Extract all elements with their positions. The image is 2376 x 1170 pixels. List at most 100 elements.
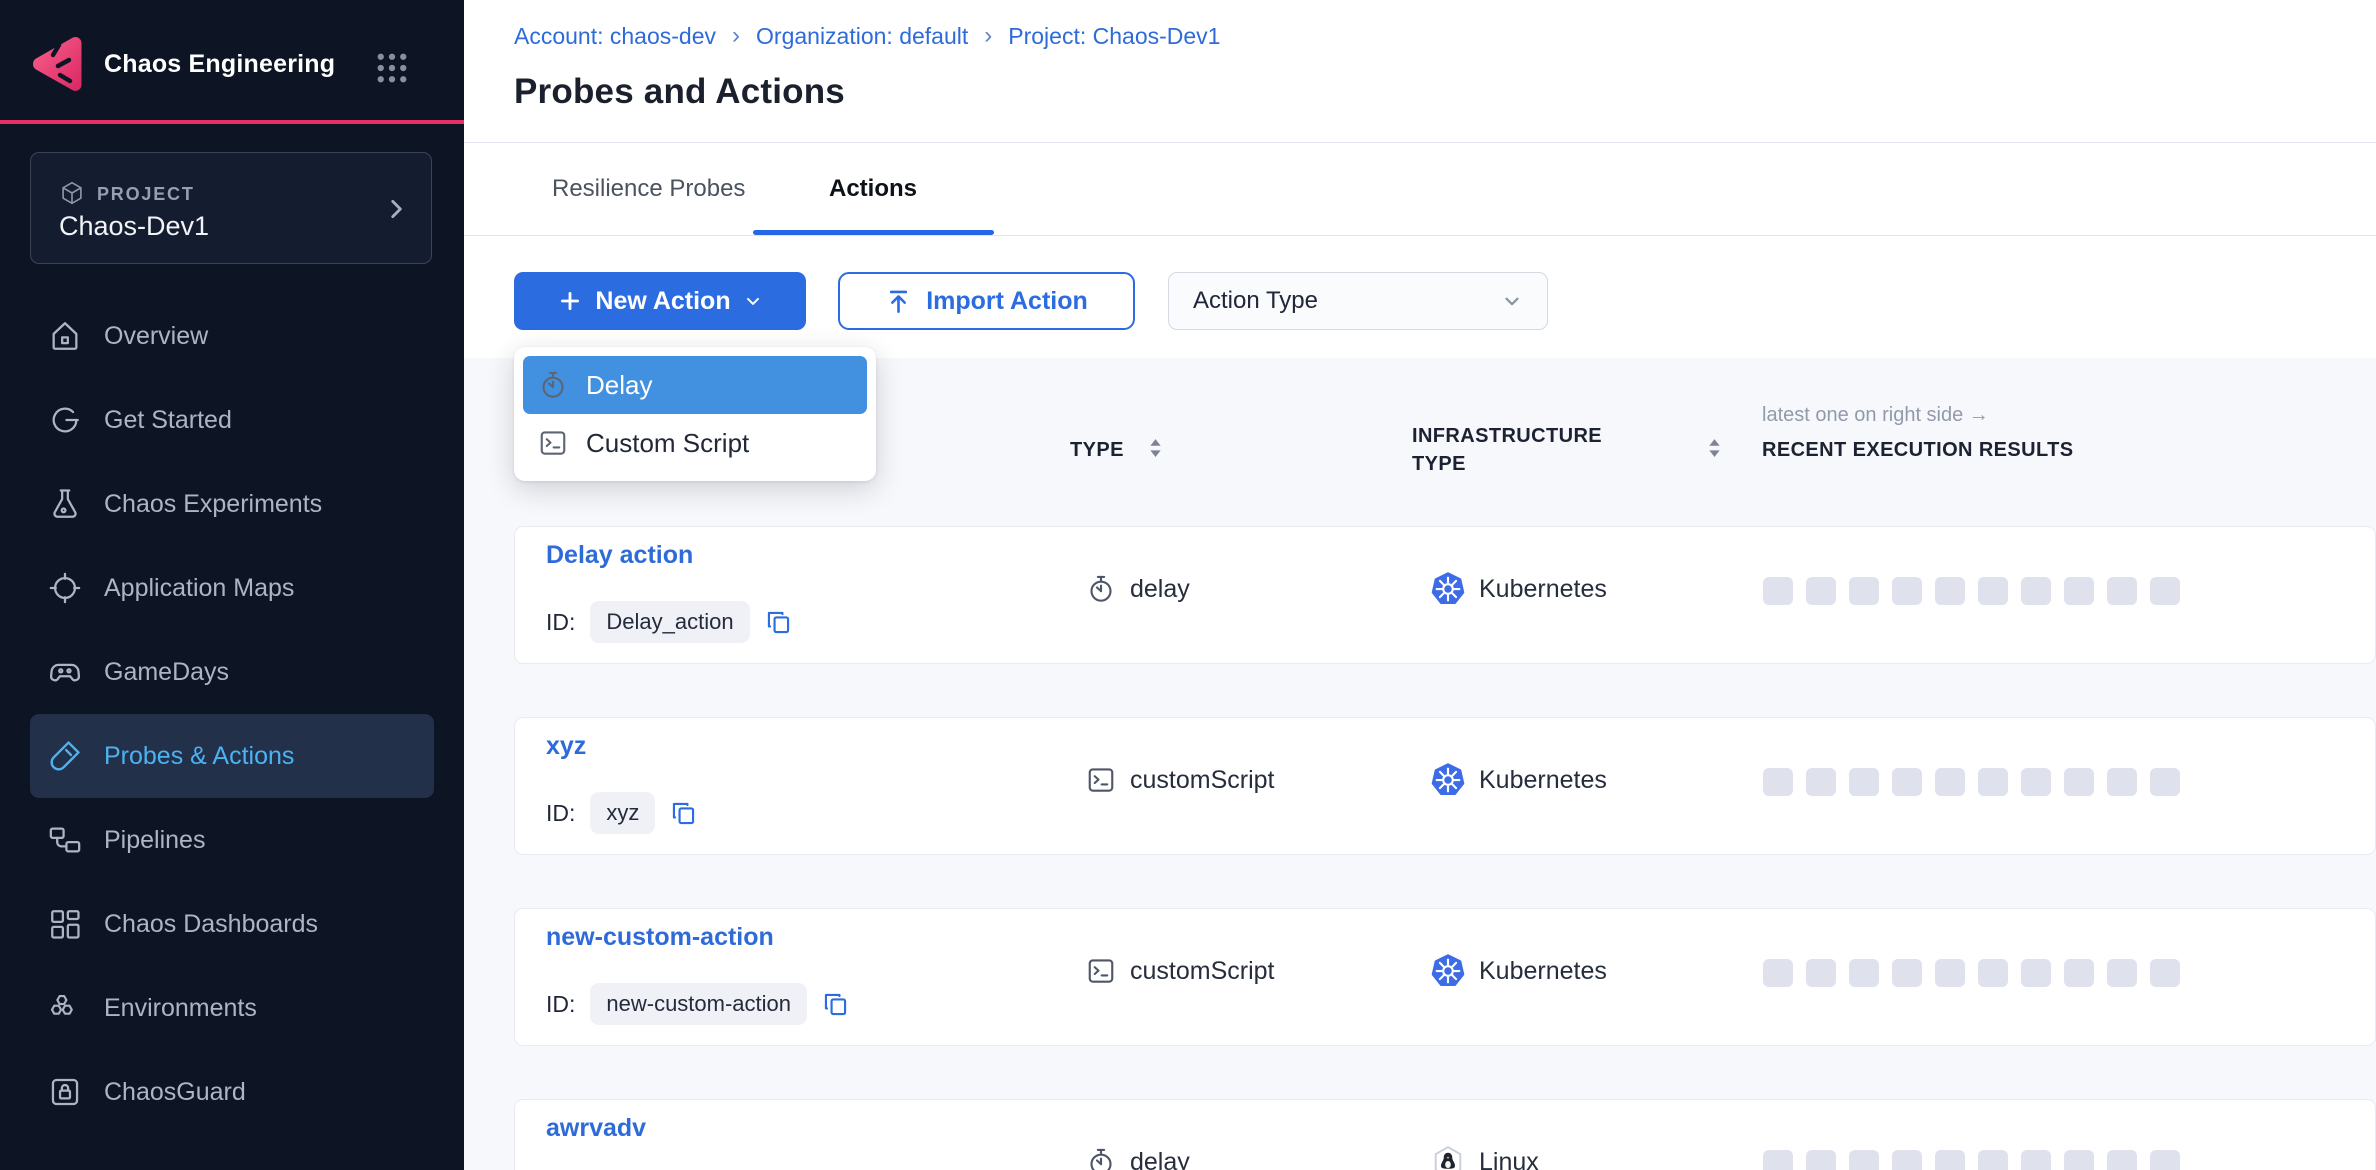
- copy-icon[interactable]: [765, 609, 792, 636]
- table-row: Delay action ID: Delay_action delay Kube…: [514, 526, 2376, 664]
- sidebar-item-chaos-dashboards[interactable]: Chaos Dashboards: [30, 882, 434, 966]
- sidebar-item-probes-actions[interactable]: Probes & Actions: [30, 714, 434, 798]
- terminal-icon: [1086, 765, 1116, 795]
- sidebar-item-chaos-experiments[interactable]: Chaos Experiments: [30, 462, 434, 546]
- infrastructure-value: Kubernetes: [1479, 575, 1607, 604]
- stopwatch-icon: [1086, 1147, 1116, 1170]
- recent-execution-results: [1763, 577, 2180, 605]
- action-id-row: ID: new-custom-action: [546, 983, 849, 1025]
- type-cell: customScript: [1086, 758, 1274, 802]
- sidebar-item-overview[interactable]: Overview: [30, 294, 434, 378]
- sidebar-item-label: ChaosGuard: [104, 1078, 246, 1107]
- table-row: new-custom-action ID: new-custom-action …: [514, 908, 2376, 1046]
- recent-execution-results: [1763, 959, 2180, 987]
- execution-result-placeholder: [1806, 577, 1836, 605]
- chevron-down-icon: [743, 291, 763, 311]
- sidebar-item-environments[interactable]: Environments: [30, 966, 434, 1050]
- terminal-icon: [538, 428, 568, 458]
- infrastructure-cell: Linux: [1431, 1140, 1539, 1170]
- action-name-link[interactable]: awrvadv: [546, 1114, 646, 1143]
- execution-result-placeholder: [1806, 959, 1836, 987]
- sidebar: Chaos Engineering PROJECT Chaos-Dev1 Ove…: [0, 0, 464, 1170]
- tab-actions[interactable]: Actions: [829, 143, 917, 235]
- menu-item-custom-script[interactable]: Custom Script: [523, 414, 867, 472]
- sidebar-item-gamedays[interactable]: GameDays: [30, 630, 434, 714]
- environments-icon: [48, 991, 82, 1025]
- execution-result-placeholder: [2150, 577, 2180, 605]
- copy-icon[interactable]: [670, 800, 697, 827]
- import-action-button[interactable]: Import Action: [838, 272, 1135, 330]
- flask-icon: [48, 487, 82, 521]
- breadcrumb-link-1[interactable]: Organization: default: [756, 23, 968, 50]
- action-id-value: Delay_action: [590, 601, 749, 643]
- execution-result-placeholder: [1806, 1150, 1836, 1170]
- sidebar-item-chaosguard[interactable]: ChaosGuard: [30, 1050, 434, 1134]
- plus-icon: [557, 288, 583, 314]
- infrastructure-value: Kubernetes: [1479, 957, 1607, 986]
- new-action-dropdown-menu: Delay Custom Script: [514, 347, 876, 481]
- sidebar-item-get-started[interactable]: Get Started: [30, 378, 434, 462]
- action-type-select-value: Action Type: [1193, 287, 1318, 315]
- app-switcher-grid-icon[interactable]: [374, 50, 410, 86]
- chaos-engineering-logo-icon: [28, 32, 92, 96]
- main-content: Account: chaos-dev›Organization: default…: [464, 0, 2376, 1170]
- kubernetes-icon: [1431, 763, 1465, 797]
- menu-item-delay[interactable]: Delay: [523, 356, 867, 414]
- breadcrumb-link-2[interactable]: Project: Chaos-Dev1: [1008, 23, 1220, 50]
- action-name-link[interactable]: new-custom-action: [546, 923, 774, 952]
- execution-result-placeholder: [2064, 768, 2094, 796]
- execution-result-placeholder: [1978, 1150, 2008, 1170]
- execution-result-placeholder: [2107, 768, 2137, 796]
- execution-result-placeholder: [2064, 577, 2094, 605]
- execution-result-placeholder: [1849, 768, 1879, 796]
- sidebar-item-pipelines[interactable]: Pipelines: [30, 798, 434, 882]
- sidebar-item-label: Pipelines: [104, 826, 205, 855]
- execution-result-placeholder: [1935, 577, 1965, 605]
- execution-result-placeholder: [1935, 959, 1965, 987]
- new-action-button[interactable]: New Action: [514, 272, 806, 330]
- column-header-infrastructure-line1: INFRASTRUCTURE: [1412, 422, 1602, 450]
- action-name-link[interactable]: xyz: [546, 732, 586, 761]
- execution-result-placeholder: [1806, 768, 1836, 796]
- breadcrumb-link-0[interactable]: Account: chaos-dev: [514, 23, 716, 50]
- sidebar-item-label: Chaos Dashboards: [104, 910, 318, 939]
- stopwatch-icon: [538, 370, 568, 400]
- sidebar-item-application-maps[interactable]: Application Maps: [30, 546, 434, 630]
- action-name-link[interactable]: Delay action: [546, 541, 693, 570]
- recent-results-note: latest one on right side →: [1762, 404, 1989, 427]
- execution-result-placeholder: [1892, 577, 1922, 605]
- execution-result-placeholder: [1849, 577, 1879, 605]
- type-value: customScript: [1130, 766, 1274, 795]
- infrastructure-value: Kubernetes: [1479, 766, 1607, 795]
- execution-result-placeholder: [1978, 959, 2008, 987]
- dashboards-icon: [48, 907, 82, 941]
- execution-result-placeholder: [1849, 1150, 1879, 1170]
- sidebar-item-label: Overview: [104, 322, 208, 351]
- action-type-select[interactable]: Action Type: [1168, 272, 1548, 330]
- copy-icon[interactable]: [822, 991, 849, 1018]
- sort-icon[interactable]: [1148, 438, 1163, 459]
- cube-icon: [59, 180, 85, 206]
- page-title: Probes and Actions: [514, 72, 845, 112]
- action-id-row: ID: xyz: [546, 792, 697, 834]
- tab-resilience-probes[interactable]: Resilience Probes: [552, 143, 745, 235]
- column-header-recent-execution-results: RECENT EXECUTION RESULTS: [1762, 439, 2073, 462]
- id-label: ID:: [546, 800, 575, 827]
- menu-item-label: Custom Script: [586, 428, 749, 459]
- sidebar-accent-divider: [0, 120, 464, 124]
- execution-result-placeholder: [1892, 1150, 1922, 1170]
- new-action-button-label: New Action: [595, 287, 730, 316]
- execution-result-placeholder: [1892, 959, 1922, 987]
- sort-icon[interactable]: [1707, 438, 1722, 459]
- import-action-button-label: Import Action: [926, 287, 1088, 316]
- chaosguard-icon: [48, 1075, 82, 1109]
- execution-result-placeholder: [2150, 959, 2180, 987]
- probe-icon: [48, 739, 82, 773]
- execution-result-placeholder: [2021, 1150, 2051, 1170]
- execution-result-placeholder: [2150, 1150, 2180, 1170]
- project-selector[interactable]: PROJECT Chaos-Dev1: [30, 152, 432, 264]
- menu-item-label: Delay: [586, 370, 652, 401]
- execution-result-placeholder: [2064, 1150, 2094, 1170]
- breadcrumb: Account: chaos-dev›Organization: default…: [514, 22, 1220, 50]
- execution-result-placeholder: [2107, 577, 2137, 605]
